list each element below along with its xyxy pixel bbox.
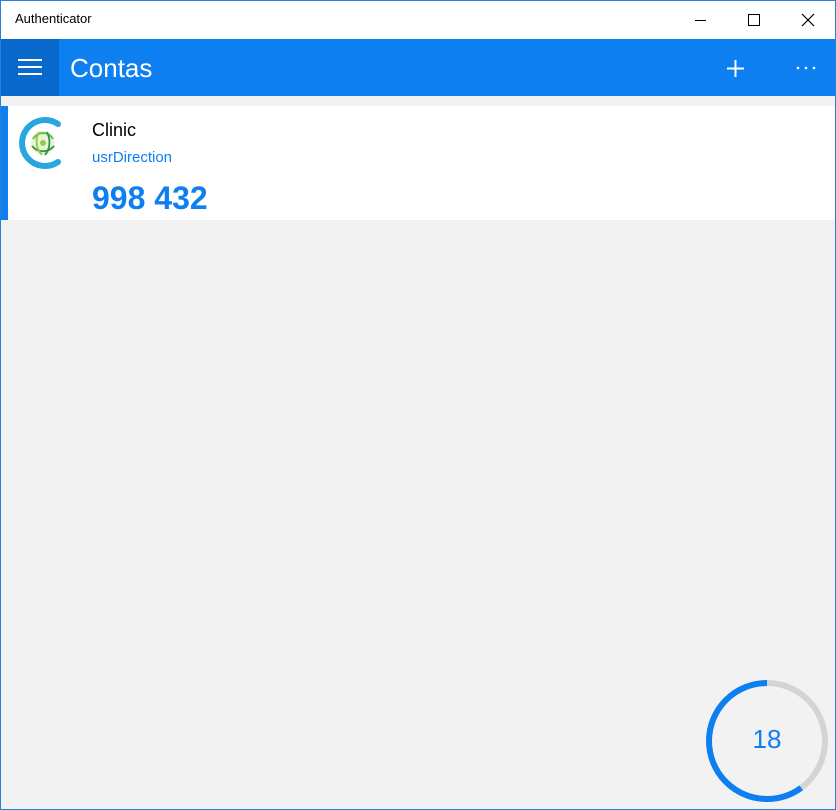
- seconds-remaining: 18: [752, 724, 782, 754]
- maximize-icon: [748, 14, 760, 26]
- window-title: Authenticator: [15, 11, 92, 26]
- app-window: Authenticator Contas Clinic usrDirection…: [0, 0, 836, 810]
- minimize-icon: [695, 20, 706, 21]
- title-bar: Authenticator: [1, 1, 835, 39]
- more-options-button[interactable]: [781, 47, 829, 89]
- account-username: usrDirection: [92, 149, 173, 166]
- hamburger-icon: [18, 59, 42, 75]
- maximize-button[interactable]: [727, 1, 781, 39]
- menu-button[interactable]: [1, 39, 59, 96]
- app-header: Contas: [1, 39, 835, 96]
- clinic-logo-icon: [19, 117, 61, 169]
- page-title: Contas: [70, 53, 153, 83]
- add-account-button[interactable]: [713, 47, 757, 89]
- verification-code: 998 432: [92, 180, 208, 216]
- countdown-timer: 18: [703, 677, 831, 805]
- close-icon: [801, 13, 815, 27]
- plus-icon: [727, 60, 744, 77]
- minimize-button[interactable]: [673, 1, 727, 39]
- account-name: Clinic: [92, 120, 137, 140]
- selection-indicator: [1, 106, 8, 220]
- account-item[interactable]: Clinic usrDirection 998 432: [1, 106, 835, 220]
- ellipsis-icon: [796, 66, 816, 70]
- close-button[interactable]: [781, 1, 835, 39]
